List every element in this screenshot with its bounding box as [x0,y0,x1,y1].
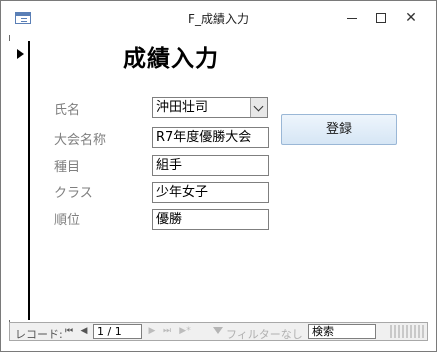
minimize-icon [347,17,357,19]
maximize-icon [376,13,386,23]
tournament-name-label: 大会名称 [54,133,107,148]
scrollbar[interactable] [390,325,426,338]
name-combo-value: 沖田壮司 [156,100,209,115]
title-bar: F_成績入力 ✕ [1,1,436,35]
last-record-icon[interactable]: ⏭ [162,325,172,338]
minimize-button[interactable] [340,7,364,29]
record-selector[interactable] [9,41,30,320]
record-position-input[interactable]: 1 / 1 [93,324,142,339]
form-title: 成績入力 [123,46,219,72]
record-label: レコード: [15,328,63,341]
register-button[interactable]: 登録 [281,114,397,145]
record-navigation-bar: レコード: ⏮ ◀ 1 / 1 ▶ ⏭ ▶* フィルターなし 検索 [9,322,428,341]
search-input[interactable]: 検索 [308,324,376,339]
current-record-arrow-icon [17,49,24,59]
maximize-button[interactable] [369,7,393,29]
event-field[interactable]: 組手 [152,155,269,176]
class-field[interactable]: 少年女子 [152,182,269,203]
event-label: 種目 [54,160,81,175]
name-combo[interactable]: 沖田壮司 [152,97,268,118]
class-label: クラス [54,186,93,201]
next-record-icon[interactable]: ▶ [147,325,157,338]
close-button[interactable]: ✕ [399,7,423,29]
new-record-icon[interactable]: ▶* [178,325,192,338]
previous-record-icon[interactable]: ◀ [79,325,89,338]
chevron-down-icon[interactable] [250,98,267,117]
filter-status[interactable]: フィルターなし [226,326,303,342]
first-record-icon[interactable]: ⏮ [64,325,74,338]
form-window: F_成績入力 ✕ 成績入力 氏名 沖田壮司 大会名称 R7年度優勝大会 種目 組… [0,0,437,352]
tournament-name-field[interactable]: R7年度優勝大会 [152,127,269,148]
rank-label: 順位 [54,213,81,228]
filter-icon [213,327,223,334]
rank-field[interactable]: 優勝 [152,209,269,230]
name-label: 氏名 [54,103,81,118]
